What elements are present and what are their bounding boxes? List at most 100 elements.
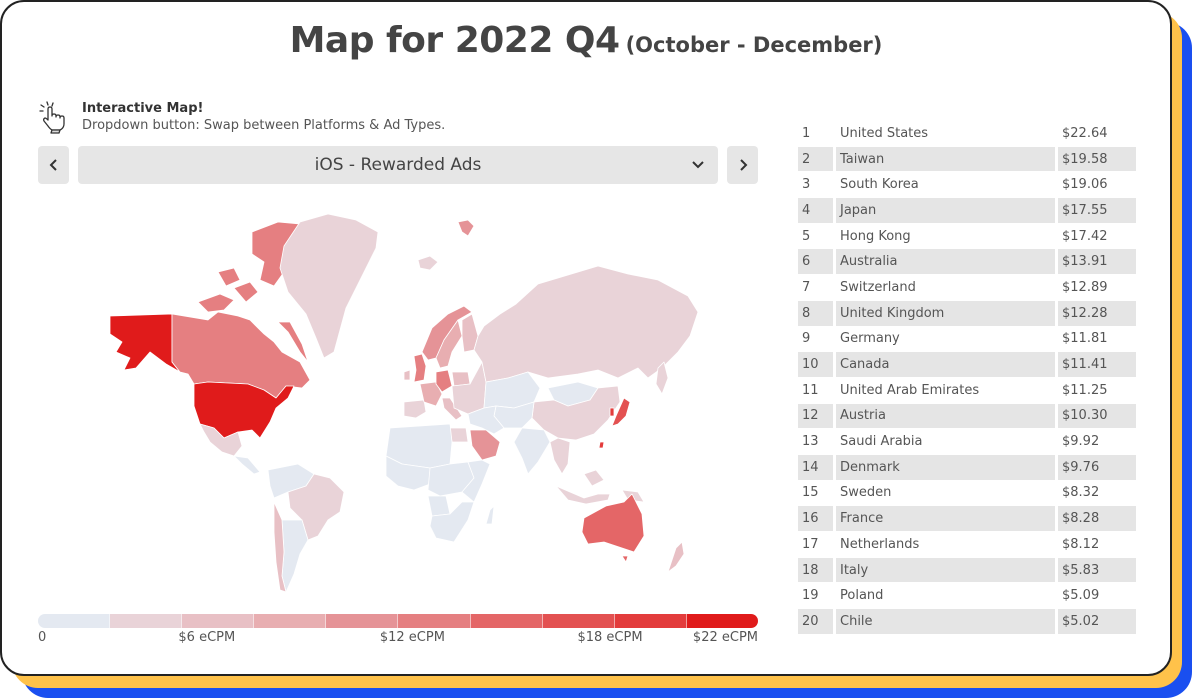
map-region-central-america[interactable] xyxy=(233,455,261,475)
chevron-down-icon xyxy=(692,161,704,169)
page-title: Map for 2022 Q4 (October - December) xyxy=(2,20,1170,61)
country-cell: Chile xyxy=(836,609,1058,635)
platform-adtype-dropdown[interactable]: iOS - Rewarded Ads xyxy=(78,146,718,184)
rank-cell: 12 xyxy=(798,403,836,430)
rank-cell: 10 xyxy=(798,352,836,378)
next-option-button[interactable] xyxy=(727,146,758,184)
color-scale-legend xyxy=(38,614,758,628)
country-cell: Saudi Arabia xyxy=(836,429,1058,455)
map-region-new-zealand[interactable] xyxy=(667,541,685,573)
map-region-iceland[interactable] xyxy=(417,255,439,271)
map-region-taiwan[interactable] xyxy=(598,441,605,449)
ranking-row: 11 United Arab Emirates $11.25 xyxy=(798,377,1136,404)
rank-cell: 20 xyxy=(798,609,836,635)
map-region-united-kingdom[interactable] xyxy=(413,353,427,383)
world-choropleth-map[interactable] xyxy=(38,202,758,602)
legend-swatch xyxy=(182,614,255,628)
rank-cell: 5 xyxy=(798,223,836,250)
ranking-row: 15 Sweden $8.32 xyxy=(798,480,1136,507)
ecpm-cell: $8.28 xyxy=(1058,506,1136,532)
map-region-madagascar[interactable] xyxy=(485,505,495,525)
country-cell: Poland xyxy=(836,583,1058,610)
ranking-row: 13 Saudi Arabia $9.92 xyxy=(798,429,1136,455)
rank-cell: 13 xyxy=(798,429,836,455)
map-region-india[interactable] xyxy=(513,427,551,475)
rank-cell: 16 xyxy=(798,506,836,532)
map-region-indonesia[interactable] xyxy=(555,469,611,505)
map-card: Map for 2022 Q4 (October - December) Inte… xyxy=(0,0,1172,676)
rank-cell: 8 xyxy=(798,300,836,327)
ranking-row: 19 Poland $5.09 xyxy=(798,583,1136,610)
ranking-row: 9 Germany $11.81 xyxy=(798,326,1136,353)
legend-label: $12 eCPM xyxy=(379,630,445,645)
map-region-svalbard[interactable] xyxy=(457,219,475,237)
ranking-row: 3 South Korea $19.06 xyxy=(798,172,1136,199)
country-cell: Austria xyxy=(836,403,1058,430)
ranking-row: 18 Italy $5.83 xyxy=(798,557,1136,584)
ranking-row: 6 Australia $13.91 xyxy=(798,249,1136,276)
country-cell: Hong Kong xyxy=(836,223,1058,250)
previous-option-button[interactable] xyxy=(38,146,69,184)
map-region-ireland[interactable] xyxy=(403,369,411,381)
map-region-eastern-europe[interactable] xyxy=(451,361,487,415)
country-cell: United States xyxy=(836,121,1058,147)
ranking-row: 4 Japan $17.55 xyxy=(798,198,1136,224)
ranking-row: 7 Switzerland $12.89 xyxy=(798,275,1136,301)
country-ranking-table: 1 United States $22.64 2 Taiwan $19.58 3 South … xyxy=(798,121,1136,635)
ecpm-cell: $22.64 xyxy=(1058,121,1136,147)
legend-label: 0 xyxy=(38,630,47,645)
ranking-row: 14 Denmark $9.76 xyxy=(798,454,1136,481)
title-main: Map for 2022 Q4 xyxy=(289,20,620,61)
country-cell: Germany xyxy=(836,326,1058,353)
dropdown-selected-value: iOS - Rewarded Ads xyxy=(314,155,482,175)
map-region-angola[interactable] xyxy=(427,495,451,517)
ecpm-cell: $8.32 xyxy=(1058,481,1136,507)
hint-description: Dropdown button: Swap between Platforms … xyxy=(82,118,446,133)
legend-swatch xyxy=(254,614,327,628)
country-cell: France xyxy=(836,506,1058,532)
map-region-saudi-arabia[interactable] xyxy=(469,429,501,461)
rank-cell: 4 xyxy=(798,198,836,224)
legend-swatch xyxy=(686,614,758,628)
chevron-right-icon xyxy=(739,159,747,171)
map-region-south-korea[interactable] xyxy=(609,407,615,417)
legend-swatch xyxy=(542,614,615,628)
legend-swatch xyxy=(110,614,183,628)
map-region-alaska-united-states[interactable] xyxy=(109,313,181,373)
rank-cell: 19 xyxy=(798,583,836,610)
ecpm-cell: $12.89 xyxy=(1058,275,1136,301)
rank-cell: 6 xyxy=(798,249,836,276)
legend-labels: 0 $6 eCPM $12 eCPM $18 eCPM $22 eCPM xyxy=(38,630,758,648)
country-cell: Japan xyxy=(836,198,1058,224)
rank-cell: 18 xyxy=(798,557,836,584)
ranking-row: 17 Netherlands $8.12 xyxy=(798,532,1136,558)
map-region-southeast-asia[interactable] xyxy=(549,437,571,475)
hand-pointer-click-icon xyxy=(39,101,65,134)
map-region-australia[interactable] xyxy=(581,493,645,563)
ecpm-cell: $9.76 xyxy=(1058,454,1136,481)
ranking-row: 1 United States $22.64 xyxy=(798,121,1136,147)
ecpm-cell: $9.92 xyxy=(1058,429,1136,455)
country-cell: Sweden xyxy=(836,480,1058,507)
ecpm-cell: $11.25 xyxy=(1058,378,1136,404)
country-cell: Denmark xyxy=(836,454,1058,481)
rank-cell: 15 xyxy=(798,480,836,507)
country-cell: Taiwan xyxy=(836,146,1058,173)
country-cell: Switzerland xyxy=(836,275,1058,301)
rank-cell: 9 xyxy=(798,326,836,353)
legend-label: $18 eCPM xyxy=(577,630,643,645)
ecpm-cell: $5.83 xyxy=(1058,557,1136,584)
legend-swatch xyxy=(326,614,399,628)
ecpm-cell: $5.02 xyxy=(1058,609,1136,635)
ecpm-cell: $10.30 xyxy=(1058,403,1136,430)
country-cell: Canada xyxy=(836,352,1058,378)
rank-cell: 7 xyxy=(798,275,836,301)
map-region-egypt[interactable] xyxy=(449,427,469,443)
map-region-argentina[interactable] xyxy=(281,519,309,593)
country-cell: South Korea xyxy=(836,172,1058,199)
ranking-row: 16 France $8.28 xyxy=(798,506,1136,532)
country-cell: Australia xyxy=(836,249,1058,276)
rank-cell: 17 xyxy=(798,532,836,558)
map-region-spain[interactable] xyxy=(403,399,427,419)
chevron-left-icon xyxy=(49,159,57,171)
